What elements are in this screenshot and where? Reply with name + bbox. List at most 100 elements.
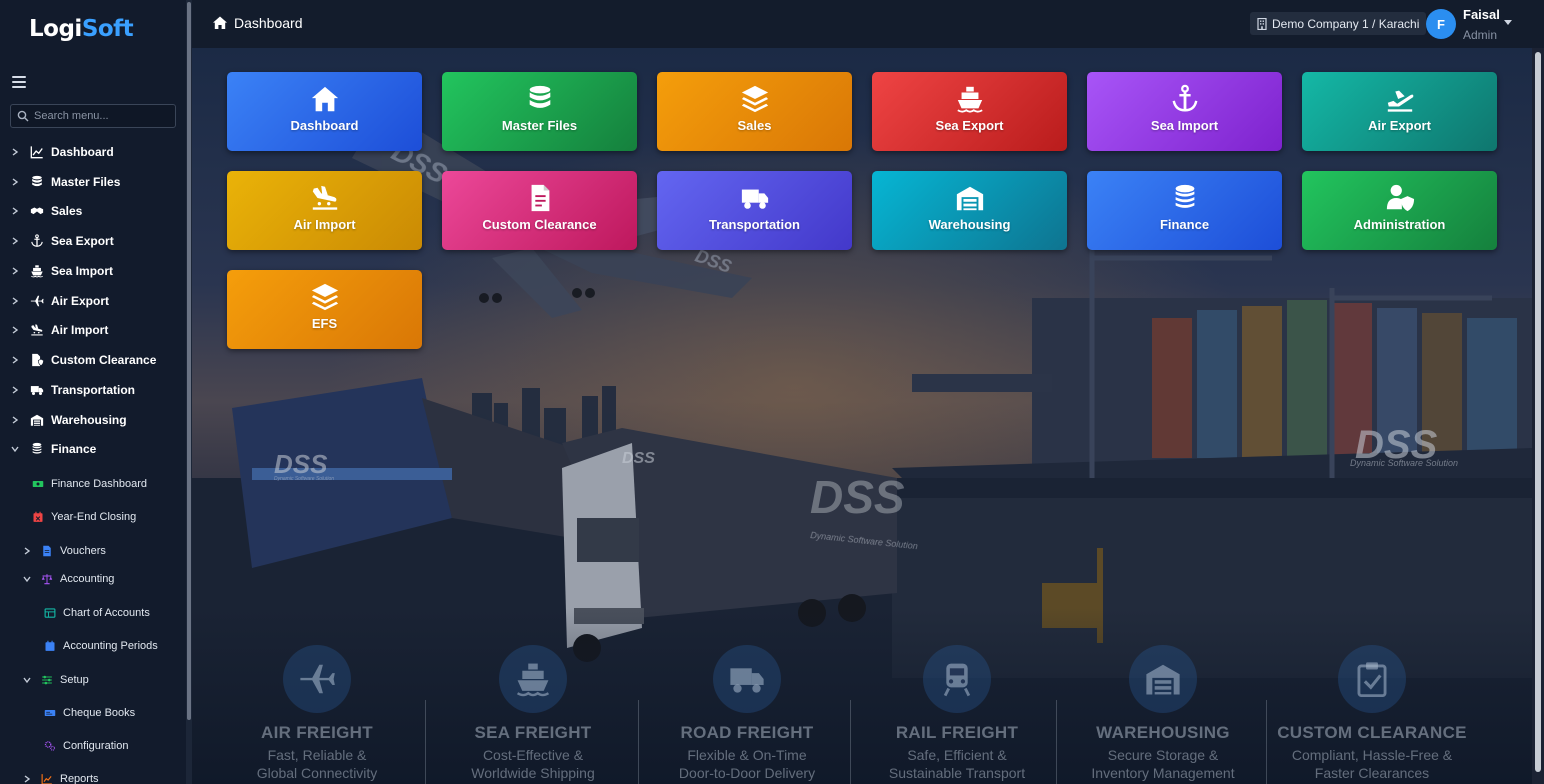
company-label: Demo Company 1 / Karachi [1272,16,1420,31]
chevron-right-icon[interactable] [11,386,19,394]
search-box [10,104,176,128]
chevron-down-icon[interactable] [1504,20,1512,25]
sidebar-subitem-accounting[interactable]: Accounting [0,568,186,590]
chevron-right-icon[interactable] [23,547,31,555]
sidebar: LogiSoft Dashboard Master Files Sales Se… [0,0,186,784]
watermark-cab: DSS [622,450,655,467]
tile-warehousing[interactable]: Warehousing [872,171,1067,250]
sidebar-item-master-files[interactable]: Master Files [0,169,186,195]
sidebar-subitem-label: Configuration [63,740,129,752]
service-sea-freight: SEA FREIGHT Cost-Effective & Worldwide S… [428,645,638,782]
chevron-right-icon[interactable] [11,326,19,334]
sidebar-item-label: Transportation [51,383,136,397]
tile-air-import[interactable]: Air Import [227,171,422,250]
menu-toggle-icon[interactable] [12,76,26,88]
chevron-down-icon[interactable] [11,445,19,453]
sidebar-subitem-finance-dashboard[interactable]: Finance Dashboard [0,473,186,495]
chevron-right-icon[interactable] [11,237,19,245]
service-desc-1: Compliant, Hassle-Free & [1291,747,1453,763]
sidebar-subitem-year-end-closing[interactable]: Year-End Closing [0,506,186,528]
tile-air-export[interactable]: Air Export [1302,72,1497,151]
sidebar-item-label: Warehousing [51,413,127,427]
tile-label: Dashboard [290,118,359,133]
tile-master-files[interactable]: Master Files [442,72,637,151]
plane-icon [300,664,335,694]
chevron-down-icon[interactable] [23,575,31,583]
plane-arrival-icon [31,324,43,336]
chevron-right-icon[interactable] [11,267,19,275]
sidebar-subitem-cheque-books[interactable]: Cheque Books [0,702,186,724]
handshake-icon [30,207,44,215]
avatar[interactable]: F [1426,9,1456,39]
chevron-right-icon[interactable] [11,416,19,424]
sidebar-subitem-label: Cheque Books [63,707,136,719]
main-scrollbar[interactable] [1532,48,1544,784]
sidebar-item-sales[interactable]: Sales [0,198,186,224]
tile-sea-import[interactable]: Sea Import [1087,72,1282,151]
sidebar-subitem-vouchers[interactable]: Vouchers [0,540,186,562]
sidebar-item-transportation[interactable]: Transportation [0,377,186,403]
tile-efs[interactable]: EFS [227,270,422,349]
tile-custom-clearance[interactable]: Custom Clearance [442,171,637,250]
sidebar-item-custom-clearance[interactable]: Custom Clearance [0,347,186,373]
sidebar-item-label: Dashboard [51,145,114,159]
search-input[interactable] [34,110,164,122]
tile-administration[interactable]: Administration [1302,171,1497,250]
anchor-icon [31,234,43,247]
calendar-x-icon [33,511,43,522]
sidebar-item-sea-export[interactable]: Sea Export [0,228,186,254]
layers-icon [311,283,338,311]
sidebar-subitem-label: Reports [60,773,99,784]
tile-dashboard[interactable]: Dashboard [227,72,422,151]
user-role: Admin [1463,28,1498,42]
cheque-icon [44,710,56,716]
chevron-right-icon[interactable] [11,356,19,364]
sidebar-item-sea-import[interactable]: Sea Import [0,258,186,284]
chevron-right-icon[interactable] [11,297,19,305]
service-custom-clearance: CUSTOM CLEARANCE Compliant, Hassle-Free … [1267,645,1477,782]
service-title: RAIL FREIGHT [895,723,1019,742]
chevron-right-icon[interactable] [11,207,19,215]
chart-icon [41,774,52,784]
tile-sea-export[interactable]: Sea Export [872,72,1067,151]
company-selector[interactable]: Demo Company 1 / Karachi [1250,12,1427,35]
topbar: Dashboard Demo Company 1 / Karachi F Fai… [192,0,1544,48]
service-desc-2: Worldwide Shipping [471,765,595,781]
user-name[interactable]: Faisal [1463,7,1500,22]
sidebar-subitem-chart-of-accounts[interactable]: Chart of Accounts [0,602,186,624]
sidebar-subitem-reports[interactable]: Reports [0,768,186,784]
service-title: ROAD FREIGHT [680,723,814,742]
tile-sales[interactable]: Sales [657,72,852,151]
chevron-right-icon[interactable] [23,775,31,783]
database-icon [529,85,550,108]
sidebar-item-label: Air Export [51,294,110,308]
truck-icon [30,386,44,396]
sidebar-subitem-setup[interactable]: Setup [0,669,186,691]
service-icon-circle [713,645,781,713]
sidebar-item-label: Master Files [51,175,121,189]
file-shield-icon [32,353,44,367]
sidebar-subitem-configuration[interactable]: Configuration [0,735,186,757]
service-title: AIR FREIGHT [261,723,373,742]
service-desc-1: Flexible & On-Time [687,747,807,763]
sidebar-item-dashboard[interactable]: Dashboard [0,139,186,165]
tile-label: EFS [311,316,338,331]
service-air-freight: AIR FREIGHT Fast, Reliable & Global Conn… [212,645,422,782]
chevron-down-icon[interactable] [23,676,31,684]
app-logo[interactable]: LogiSoft [29,16,134,42]
sidebar-item-finance[interactable]: Finance [0,436,186,462]
sidebar-item-air-import[interactable]: Air Import [0,317,186,343]
tile-transportation[interactable]: Transportation [657,171,852,250]
sidebar-subitem-accounting-periods[interactable]: Accounting Periods [0,635,186,657]
sidebar-item-label: Sales [51,204,83,218]
chevron-right-icon[interactable] [11,178,19,186]
tile-finance[interactable]: Finance [1087,171,1282,250]
tile-label: Custom Clearance [482,217,597,232]
sidebar-item-warehousing[interactable]: Warehousing [0,407,186,433]
sidebar-subitem-label: Accounting Periods [63,640,158,652]
cogs-icon [44,741,56,751]
chevron-right-icon[interactable] [11,148,19,156]
tile-label: Master Files [501,118,578,133]
sidebar-item-air-export[interactable]: Air Export [0,288,186,314]
tile-label: Finance [1159,217,1210,232]
